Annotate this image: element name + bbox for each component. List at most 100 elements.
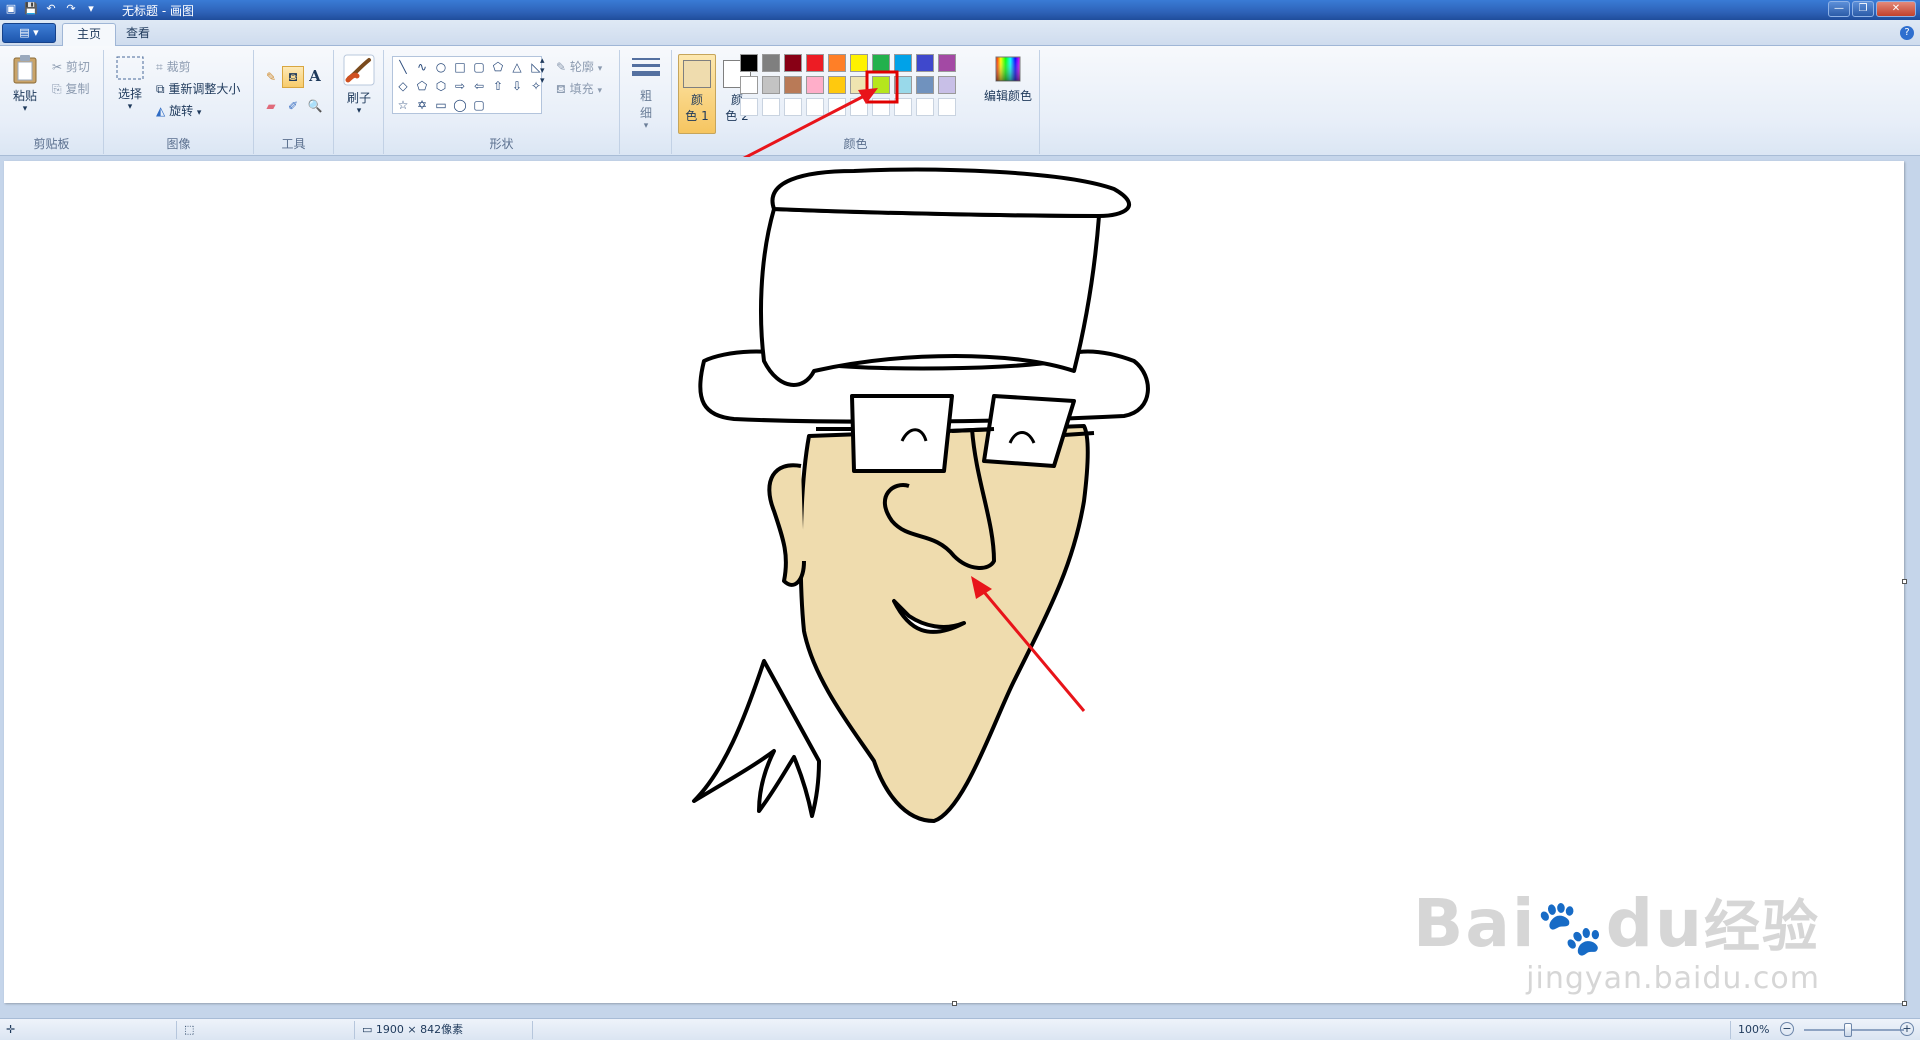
- customize-qat-icon[interactable]: ▾: [84, 2, 98, 16]
- palette-swatch[interactable]: [806, 98, 824, 116]
- drawing-canvas[interactable]: [4, 161, 1907, 1006]
- paint-app-icon[interactable]: ▣: [4, 2, 18, 16]
- palette-swatch[interactable]: [938, 98, 956, 116]
- palette-swatch[interactable]: [828, 98, 846, 116]
- maximize-button[interactable]: ❐: [1852, 1, 1874, 17]
- palette-swatch[interactable]: [850, 98, 868, 116]
- outline-button[interactable]: ✎ 轮廓 ▾: [556, 58, 602, 75]
- rotate-button[interactable]: ◭ 旋转 ▾: [156, 102, 201, 119]
- shape-item[interactable]: ▭: [432, 96, 450, 114]
- palette-swatch[interactable]: [806, 76, 824, 94]
- help-icon[interactable]: ?: [1900, 26, 1914, 40]
- close-button[interactable]: ✕: [1876, 1, 1916, 17]
- palette-swatch[interactable]: [894, 98, 912, 116]
- size-button[interactable]: 粗 细 ▾: [628, 54, 664, 131]
- shape-item[interactable]: ⬠: [489, 58, 507, 76]
- zoom-slider-track[interactable]: [1804, 1029, 1904, 1031]
- zoom-in-button[interactable]: +: [1900, 1022, 1914, 1036]
- copy-button[interactable]: ⎘ 复制: [52, 80, 89, 97]
- undo-icon[interactable]: ↶: [44, 2, 58, 16]
- select-dropdown-icon[interactable]: ▾: [112, 102, 148, 112]
- palette-swatch[interactable]: [872, 54, 890, 72]
- palette-swatch[interactable]: [784, 76, 802, 94]
- palette-swatch[interactable]: [850, 76, 868, 94]
- palette-swatch[interactable]: [740, 54, 758, 72]
- redo-icon[interactable]: ↷: [64, 2, 78, 16]
- palette-swatch[interactable]: [828, 54, 846, 72]
- eraser-tool[interactable]: ▰: [260, 96, 282, 118]
- palette-swatch[interactable]: [938, 76, 956, 94]
- palette-swatch[interactable]: [916, 76, 934, 94]
- shape-item[interactable]: ◇: [394, 77, 412, 95]
- shape-item[interactable]: ⇩: [508, 77, 526, 95]
- shape-item[interactable]: □: [451, 58, 469, 76]
- palette-swatch[interactable]: [784, 54, 802, 72]
- shape-item[interactable]: △: [508, 58, 526, 76]
- palette-swatch[interactable]: [828, 76, 846, 94]
- shape-item[interactable]: ⇦: [470, 77, 488, 95]
- shape-item[interactable]: ☆: [394, 96, 412, 114]
- palette-swatch[interactable]: [872, 98, 890, 116]
- shape-item[interactable]: [527, 96, 545, 114]
- shape-item[interactable]: ○: [432, 58, 450, 76]
- shapes-scroll[interactable]: ▴ ▾ ▾: [540, 56, 545, 86]
- palette-swatch[interactable]: [762, 54, 780, 72]
- resize-button[interactable]: ⧉ 重新调整大小: [156, 80, 240, 97]
- palette-swatch[interactable]: [784, 98, 802, 116]
- palette-swatch[interactable]: [740, 98, 758, 116]
- shape-item[interactable]: ∿: [413, 58, 431, 76]
- shape-item[interactable]: ▢: [470, 58, 488, 76]
- shape-item[interactable]: ✡: [413, 96, 431, 114]
- magnifier-tool[interactable]: 🔍: [304, 96, 326, 118]
- cut-button[interactable]: ✂ 剪切: [52, 58, 90, 75]
- palette-swatch[interactable]: [916, 54, 934, 72]
- palette-swatch[interactable]: [894, 54, 912, 72]
- shape-item[interactable]: ⬠: [413, 77, 431, 95]
- palette-swatch[interactable]: [762, 98, 780, 116]
- palette-swatch[interactable]: [740, 76, 758, 94]
- palette-swatch[interactable]: [872, 76, 890, 94]
- shape-item[interactable]: ⬡: [432, 77, 450, 95]
- palette-swatch[interactable]: [850, 54, 868, 72]
- color-picker-tool[interactable]: ✐: [282, 96, 304, 118]
- brushes-dropdown-icon[interactable]: ▾: [342, 106, 376, 116]
- color1-button[interactable]: 颜 色 1: [678, 54, 716, 134]
- palette-swatch[interactable]: [894, 76, 912, 94]
- shape-item[interactable]: ╲: [394, 58, 412, 76]
- ribbon: 粘贴 ▾ ✂ 剪切 ⎘ 复制 剪贴板 选择 ▾ ⌗ 裁剪 ⧉ 重新调整大小 ◭ …: [0, 46, 1920, 156]
- shape-item[interactable]: [489, 96, 507, 114]
- shape-item[interactable]: ◯: [451, 96, 469, 114]
- shape-item[interactable]: ⇧: [489, 77, 507, 95]
- tab-view[interactable]: 查看: [112, 23, 164, 46]
- palette-swatch[interactable]: [938, 54, 956, 72]
- zoom-out-button[interactable]: −: [1780, 1022, 1794, 1036]
- fill-tool[interactable]: ⛾: [282, 66, 304, 88]
- fill-button[interactable]: ⛾ 填充 ▾: [556, 80, 602, 98]
- palette-swatch[interactable]: [806, 54, 824, 72]
- paste-dropdown-icon[interactable]: ▾: [10, 104, 40, 114]
- save-icon[interactable]: 💾: [24, 2, 38, 16]
- paint-menu-button[interactable]: ▤ ▾: [2, 23, 56, 43]
- tools-group: ✎ ⛾ A ▰ ✐ 🔍 工具: [254, 50, 334, 154]
- resize-handle-right[interactable]: [1902, 579, 1907, 584]
- resize-handle-corner[interactable]: [1902, 1001, 1907, 1006]
- brushes-button[interactable]: 刷子 ▾: [342, 54, 376, 116]
- text-tool[interactable]: A: [304, 66, 326, 88]
- shape-item[interactable]: [508, 96, 526, 114]
- size-label-top: 粗: [639, 89, 652, 103]
- select-button[interactable]: 选择 ▾: [112, 54, 148, 112]
- pencil-tool[interactable]: ✎: [260, 66, 282, 88]
- crop-button[interactable]: ⌗ 裁剪: [156, 58, 191, 75]
- shapes-gallery[interactable]: ╲ ∿ ○ □ ▢ ⬠ △ ◺ ◇ ⬠ ⬡ ⇨ ⇦ ⇧ ⇩ ✧ ☆ ✡ ▭ ◯ ▢: [392, 56, 542, 114]
- edit-colors-button[interactable]: 编辑颜色: [982, 54, 1034, 104]
- paste-button[interactable]: 粘贴 ▾: [10, 54, 40, 114]
- resize-handle-bottom[interactable]: [952, 1001, 957, 1006]
- zoom-slider-thumb[interactable]: [1844, 1023, 1852, 1037]
- minimize-button[interactable]: —: [1828, 1, 1850, 17]
- palette-swatch[interactable]: [916, 98, 934, 116]
- shape-item[interactable]: ▢: [470, 96, 488, 114]
- palette-swatch[interactable]: [762, 76, 780, 94]
- shape-item[interactable]: ⇨: [451, 77, 469, 95]
- tab-home[interactable]: 主页: [62, 23, 117, 46]
- rotate-dropdown-icon[interactable]: ▾: [197, 108, 202, 118]
